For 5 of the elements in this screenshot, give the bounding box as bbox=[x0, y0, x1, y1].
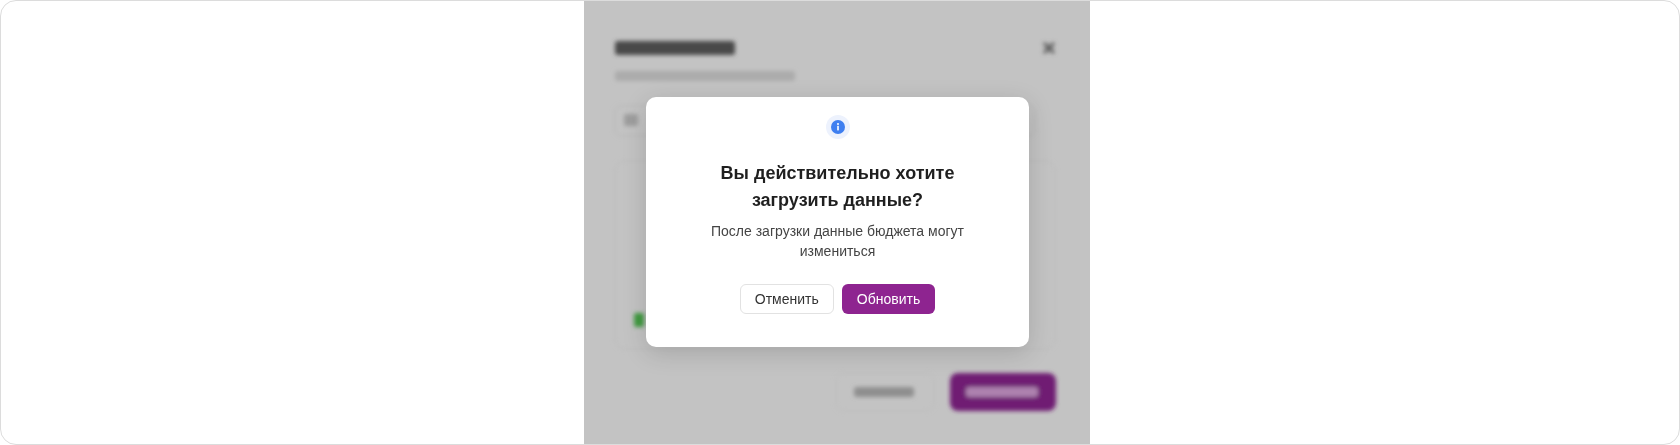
confirm-message: После загрузки данные бюджета могут измениться bbox=[710, 222, 965, 261]
info-icon bbox=[825, 115, 850, 139]
confirm-title: Вы действительно хотите загрузить данные? bbox=[719, 162, 956, 212]
cancel-button[interactable]: Отменить bbox=[739, 284, 834, 314]
update-button[interactable]: Обновить bbox=[841, 284, 936, 314]
